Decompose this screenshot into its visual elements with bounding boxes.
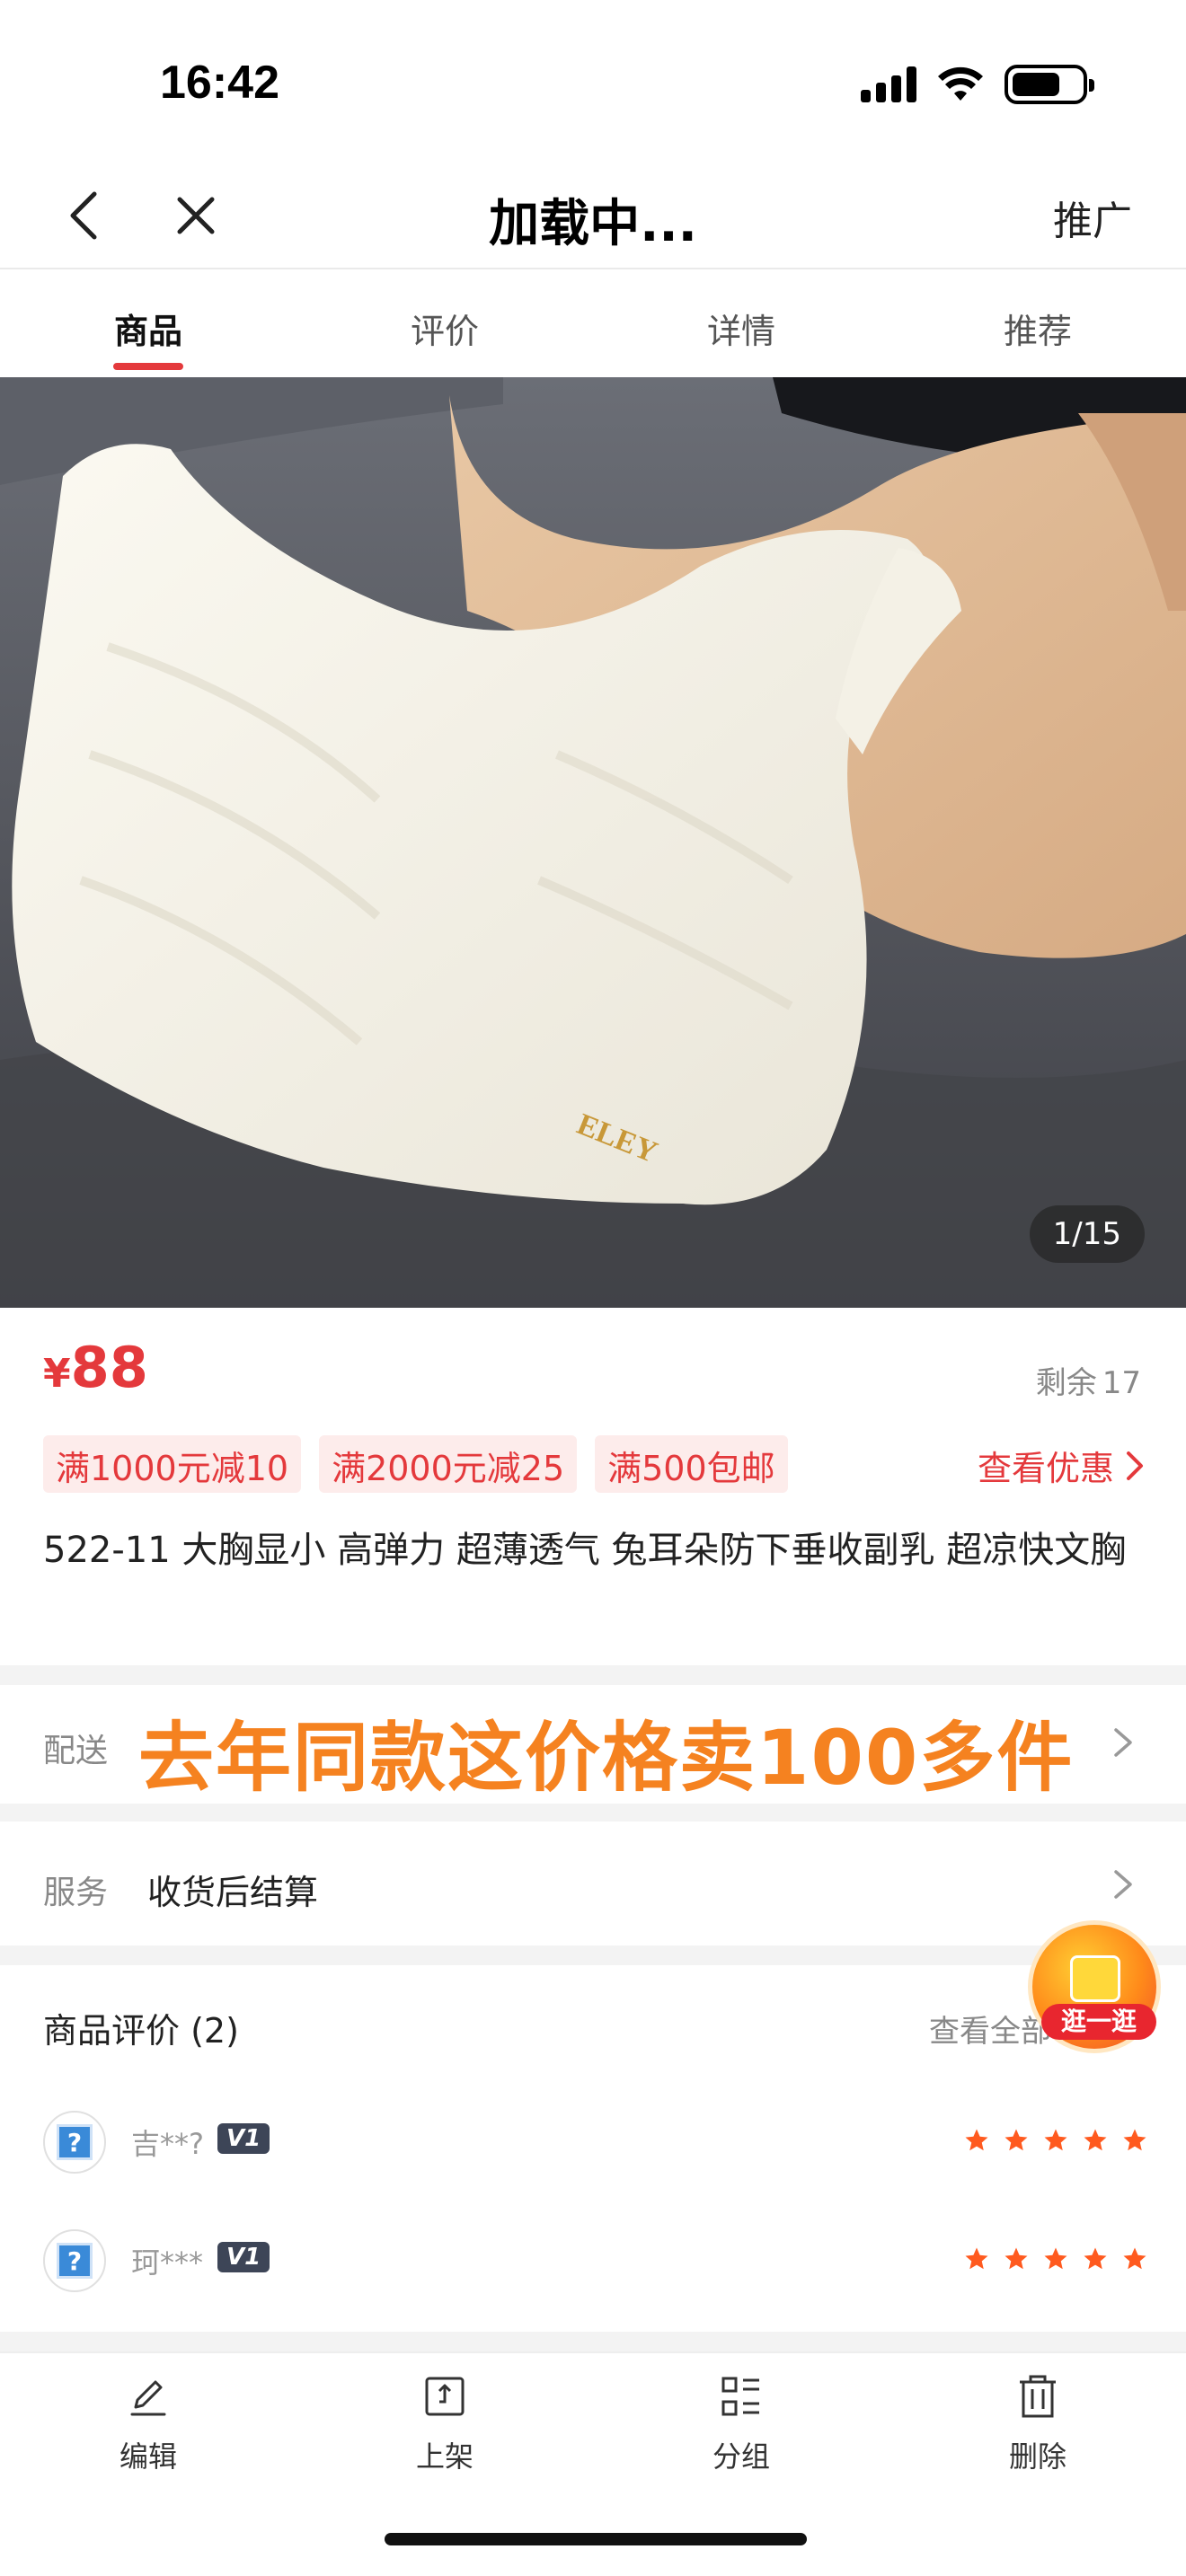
avatar: ?	[43, 2229, 106, 2292]
star-icon	[1084, 2247, 1107, 2270]
reviewer-name: 珂***	[131, 2245, 204, 2280]
delete-button[interactable]: 删除	[890, 2353, 1186, 2504]
home-indicator	[385, 2533, 807, 2545]
promote-button[interactable]: 推广	[1053, 189, 1132, 246]
trash-icon	[1020, 2375, 1056, 2418]
group-label: 分组	[712, 2439, 770, 2474]
coupon-tag[interactable]: 满500包邮	[595, 1435, 788, 1493]
star-icon	[1044, 2247, 1067, 2270]
star-icon	[1005, 2247, 1028, 2270]
bottom-toolbar: 编辑 上架 分组 删除	[0, 2351, 1186, 2504]
star-icon	[965, 2247, 988, 2270]
delete-label: 删除	[1008, 2439, 1067, 2474]
nav-bar: 加载中... 推广	[0, 162, 1186, 269]
image-counter: 1/15	[1029, 1205, 1145, 1263]
battery-icon	[1005, 65, 1094, 104]
browse-label: 逛一逛	[1041, 2004, 1156, 2040]
tab-reviews[interactable]: 评价	[296, 271, 593, 377]
tab-bar: 商品 评价 详情 推荐	[0, 271, 1186, 377]
avatar: ?	[43, 2111, 106, 2174]
stock-remaining: 剩余 17	[1036, 1358, 1141, 1402]
group-button[interactable]: 分组	[593, 2353, 890, 2504]
status-time: 16:42	[160, 57, 279, 109]
stock-count: 17	[1102, 1365, 1141, 1401]
edit-icon	[130, 2380, 166, 2416]
shopping-bag-icon	[1070, 1955, 1120, 2002]
delivery-label: 配送	[43, 1733, 109, 1769]
tab-recommend[interactable]: 推荐	[890, 271, 1186, 377]
product-image[interactable]: ELEY 1/15	[0, 377, 1186, 1308]
see-discount-link[interactable]: 查看优惠	[978, 1441, 1148, 1490]
signal-icon	[861, 66, 916, 102]
review-item[interactable]: ? 珂*** V1	[43, 2229, 1148, 2292]
reviewer-name: 吉**?	[131, 2127, 204, 2161]
group-icon	[721, 2377, 759, 2416]
promo-overlay-text: 去年同款这价格卖100多件	[138, 1714, 1075, 1802]
star-icon	[1044, 2129, 1067, 2151]
price-value: 88	[70, 1335, 148, 1400]
price-row: ¥88 剩余 17	[0, 1308, 1186, 1416]
chevron-right-icon	[1114, 1870, 1132, 1899]
see-discount-label: 查看优惠	[977, 1449, 1114, 1488]
star-icon	[1005, 2129, 1028, 2151]
page-title: 加载中...	[489, 195, 697, 253]
wifi-icon	[938, 66, 983, 101]
price: ¥88	[43, 1335, 148, 1400]
review-item[interactable]: ? 吉**? V1	[43, 2111, 1148, 2174]
section-divider	[0, 1804, 1186, 1822]
tab-product[interactable]: 商品	[0, 271, 296, 377]
edit-label: 编辑	[119, 2439, 177, 2474]
star-icon	[965, 2129, 988, 2151]
status-bar: 16:42	[0, 0, 1186, 162]
product-photo: ELEY	[0, 377, 1186, 1308]
edit-button[interactable]: 编辑	[0, 2353, 296, 2504]
star-rating	[963, 2127, 1148, 2154]
coupon-tag[interactable]: 满1000元减10	[43, 1435, 302, 1493]
coupon-tag[interactable]: 满2000元减25	[319, 1435, 578, 1493]
stock-label: 剩余	[1035, 1365, 1097, 1401]
reviews-title: 商品评价 (2)	[43, 2011, 239, 2051]
star-icon	[1084, 2129, 1107, 2151]
section-divider	[0, 1945, 1186, 1965]
tab-details[interactable]: 详情	[593, 271, 890, 377]
browse-float-button[interactable]: 逛一逛	[1028, 1920, 1161, 2053]
list-on-shelf-button[interactable]: 上架	[296, 2353, 593, 2504]
chevron-right-icon	[1127, 1451, 1143, 1480]
shelf-up-icon	[425, 2377, 465, 2416]
shelf-label: 上架	[415, 2439, 474, 2474]
service-label: 服务	[43, 1875, 109, 1911]
status-icons	[861, 65, 1094, 104]
chevron-right-icon	[1114, 1728, 1132, 1757]
star-rating	[963, 2245, 1148, 2272]
coupon-row: 满1000元减10 满2000元减25 满500包邮 查看优惠	[43, 1435, 1148, 1493]
service-row[interactable]: 服务 收货后结算	[0, 1822, 1186, 1947]
star-icon	[1123, 2129, 1146, 2151]
section-divider	[0, 1665, 1186, 1685]
member-level-badge: V1	[217, 2242, 270, 2272]
member-level-badge: V1	[217, 2123, 270, 2154]
service-value: 收货后结算	[147, 1873, 319, 1912]
product-title: 522-11 大胸显小 高弹力 超薄透气 兔耳朵防下垂收副乳 超凉快文胸	[43, 1530, 1127, 1571]
price-currency: ¥	[43, 1351, 71, 1397]
section-divider	[0, 2332, 1186, 2351]
star-icon	[1123, 2247, 1146, 2270]
